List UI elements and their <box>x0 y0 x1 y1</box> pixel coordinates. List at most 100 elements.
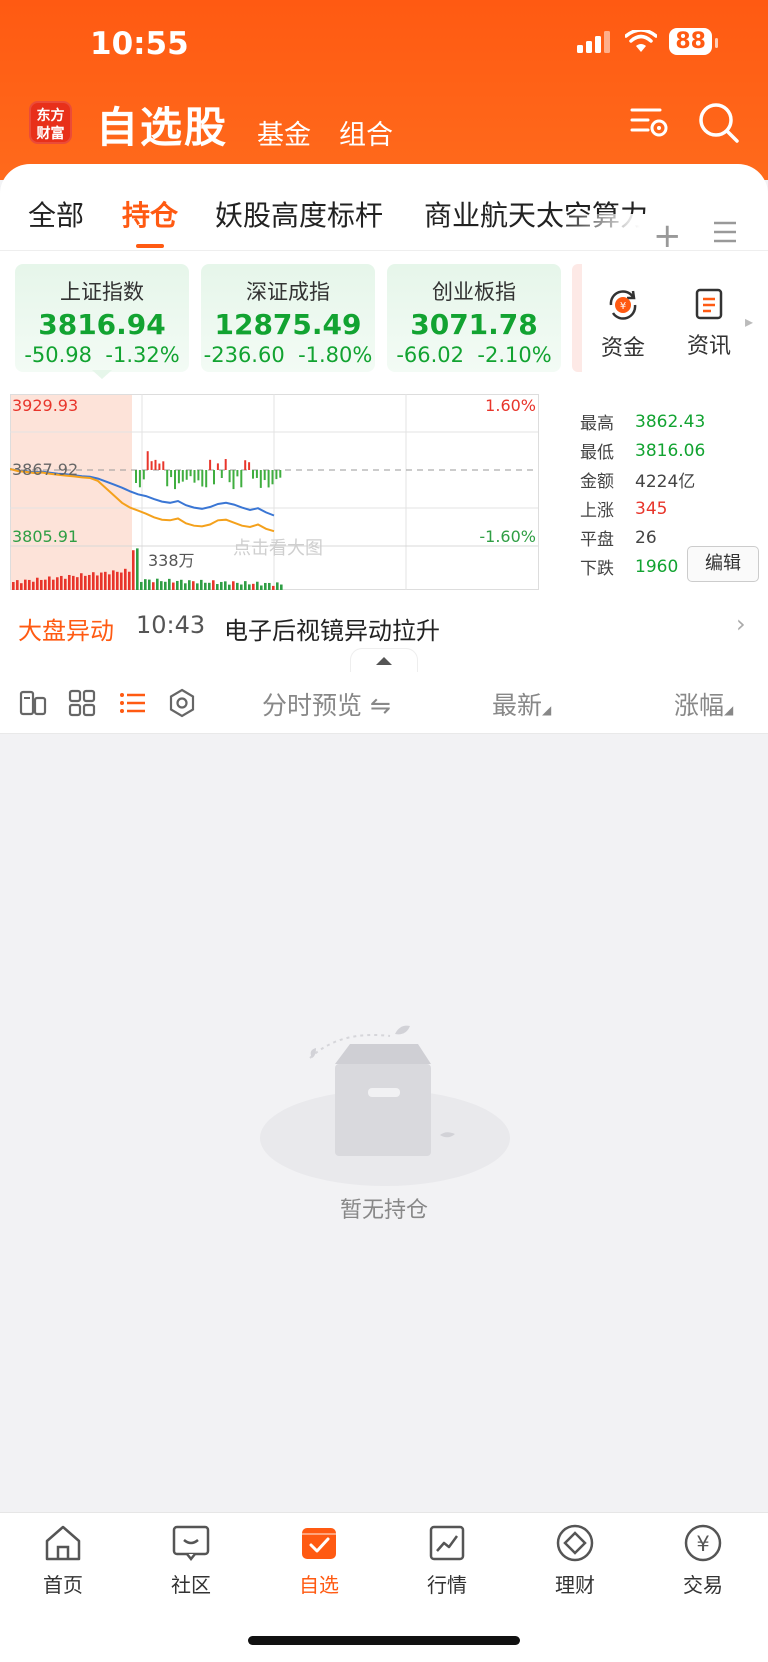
list-view-icon[interactable] <box>118 688 148 718</box>
intraday-chart[interactable]: 3929.93 3867.92 3805.91 1.60% -1.60% 338万 点击看大… <box>10 394 572 590</box>
diamond-icon <box>556 1524 594 1562</box>
list-settings-icon[interactable] <box>630 102 670 142</box>
chart-volume-bar <box>152 582 155 590</box>
chart-volume-bar <box>68 574 71 590</box>
stat-value: 3862.43 <box>635 411 706 432</box>
news-link[interactable]: 资讯 <box>687 288 731 360</box>
alert-tag: 大盘异动 <box>18 617 114 645</box>
chart-volume-bar <box>48 576 51 590</box>
empty-state-text: 暂无持仓 <box>339 1198 428 1223</box>
yuan-icon: ¥ <box>684 1524 722 1562</box>
chart-volume-bar <box>236 582 239 590</box>
header-tab-portfolio[interactable]: 组合 <box>339 113 393 152</box>
index-change: -50.98 -1.32% <box>24 343 180 367</box>
index-card-chinext[interactable]: 创业板指 3071.78 -66.02 -2.10% <box>387 264 561 372</box>
index-value: 3816.94 <box>38 308 166 341</box>
chart-volume-bar <box>116 571 119 590</box>
chart-volume-bar <box>44 579 47 590</box>
index-change: -66.02 -2.10% <box>396 343 552 367</box>
chart-volume-label: 338万 <box>148 551 195 570</box>
chart-volume-bar <box>184 583 187 590</box>
chart-volume-bar <box>168 578 171 590</box>
quick-link-label: 资讯 <box>687 334 732 359</box>
chart-overlay-hint: 点击看大图 <box>233 538 323 559</box>
menu-icon[interactable] <box>712 220 738 244</box>
chart-y-mid-label: 3867.92 <box>12 460 78 479</box>
stat-flat: 平盘 26 <box>580 527 657 551</box>
nav-watchlist[interactable]: 自选 <box>269 1523 369 1598</box>
tab-all[interactable]: 全部 <box>28 194 84 234</box>
chart-volume-bar <box>200 579 203 590</box>
nav-wealth[interactable]: 理财 <box>525 1523 625 1598</box>
divider <box>0 250 768 251</box>
grid-view-icon[interactable] <box>67 688 97 718</box>
tab-holdings[interactable]: 持仓 <box>122 194 178 234</box>
nav-trade[interactable]: ¥ 交易 <box>653 1523 753 1598</box>
chart-session-highlight <box>10 394 132 590</box>
sort-latest[interactable]: 最新◢ <box>492 686 551 722</box>
chart-y-top-label: 3929.93 <box>12 396 78 415</box>
chart-volume-bar <box>144 579 147 590</box>
chart-volume-bar <box>128 571 131 590</box>
chart-volume-bar <box>208 582 211 590</box>
chart-volume-bar <box>96 575 99 590</box>
chart-volume-bar <box>160 581 163 590</box>
chart-volume-bar <box>108 574 111 590</box>
index-name: 创业板指 <box>432 280 516 304</box>
chart-volume-bar <box>52 579 55 590</box>
chart-volume-bar <box>88 574 91 590</box>
status-time: 10:55 <box>90 26 189 62</box>
page-title[interactable]: 自选股 <box>96 94 228 155</box>
index-card-partial <box>572 264 582 372</box>
chart-volume-bar <box>104 571 107 590</box>
document-icon <box>695 288 723 320</box>
search-icon[interactable] <box>698 102 740 144</box>
home-indicator <box>248 1636 520 1645</box>
chart-volume-bar <box>180 579 183 590</box>
chart-volume-bar <box>260 585 263 590</box>
collapse-toggle[interactable] <box>350 648 418 672</box>
stat-value: 4224亿 <box>635 472 696 492</box>
logo-text-2: 财富 <box>36 126 65 142</box>
tab-monster-stock[interactable]: 妖股高度标杆 <box>215 194 383 234</box>
trend-icon <box>429 1525 465 1561</box>
chart-volume-bar <box>232 581 235 590</box>
nav-market[interactable]: 行情 <box>397 1523 497 1598</box>
chart-volume-bar <box>12 582 15 590</box>
empty-box-illustration <box>260 1025 510 1186</box>
list-header: 分时预览 ⇋ 最新◢ 涨幅◢ <box>0 672 768 734</box>
chart-volume-bar <box>268 582 271 590</box>
chart-volume-bar <box>100 572 103 590</box>
chart-volume-bar <box>216 584 219 590</box>
chart-volume-bar <box>256 581 259 590</box>
alert-time: 10:43 <box>136 611 206 639</box>
yuan-cycle-icon: ¥ <box>609 290 637 320</box>
compact-view-icon[interactable] <box>18 688 48 718</box>
settings-nut-icon[interactable] <box>167 688 197 718</box>
edit-button[interactable]: 编辑 <box>687 546 759 582</box>
index-card-shenzhen[interactable]: 深证成指 12875.49 -236.60 -1.80% <box>201 264 375 372</box>
chart-volume-bar <box>164 581 167 590</box>
chart-volume-bar <box>248 584 251 590</box>
quick-link-label: 资金 <box>601 336 646 361</box>
chart-volume-bar <box>156 578 159 590</box>
chevron-right-icon[interactable]: ▸ <box>745 312 753 331</box>
chart-volume-bar <box>188 580 191 590</box>
chart-volume-bar <box>28 579 31 590</box>
alert-text: 电子后视镜异动拉升 <box>224 617 440 645</box>
intraday-preview-toggle[interactable]: 分时预览 ⇋ <box>262 686 391 722</box>
index-change: -236.60 -1.80% <box>203 343 373 367</box>
chat-icon <box>172 1525 210 1562</box>
chart-volume-bar <box>56 577 59 590</box>
chart-y-bottom-label: 3805.91 <box>12 527 78 546</box>
sort-change[interactable]: 涨幅◢ <box>674 686 733 722</box>
nav-community[interactable]: 社区 <box>141 1523 241 1598</box>
chart-volume-bar <box>20 583 23 590</box>
chart-volume-bar <box>92 572 95 590</box>
capital-flow-link[interactable]: ¥ 资金 <box>601 288 645 362</box>
index-name: 上证指数 <box>60 280 144 304</box>
nav-home[interactable]: 首页 <box>13 1523 113 1598</box>
chart-pct-bottom-label: -1.60% <box>479 527 536 546</box>
index-card-shanghai[interactable]: 上证指数 3816.94 -50.98 -1.32% <box>15 264 189 372</box>
header-tab-fund[interactable]: 基金 <box>257 113 311 152</box>
